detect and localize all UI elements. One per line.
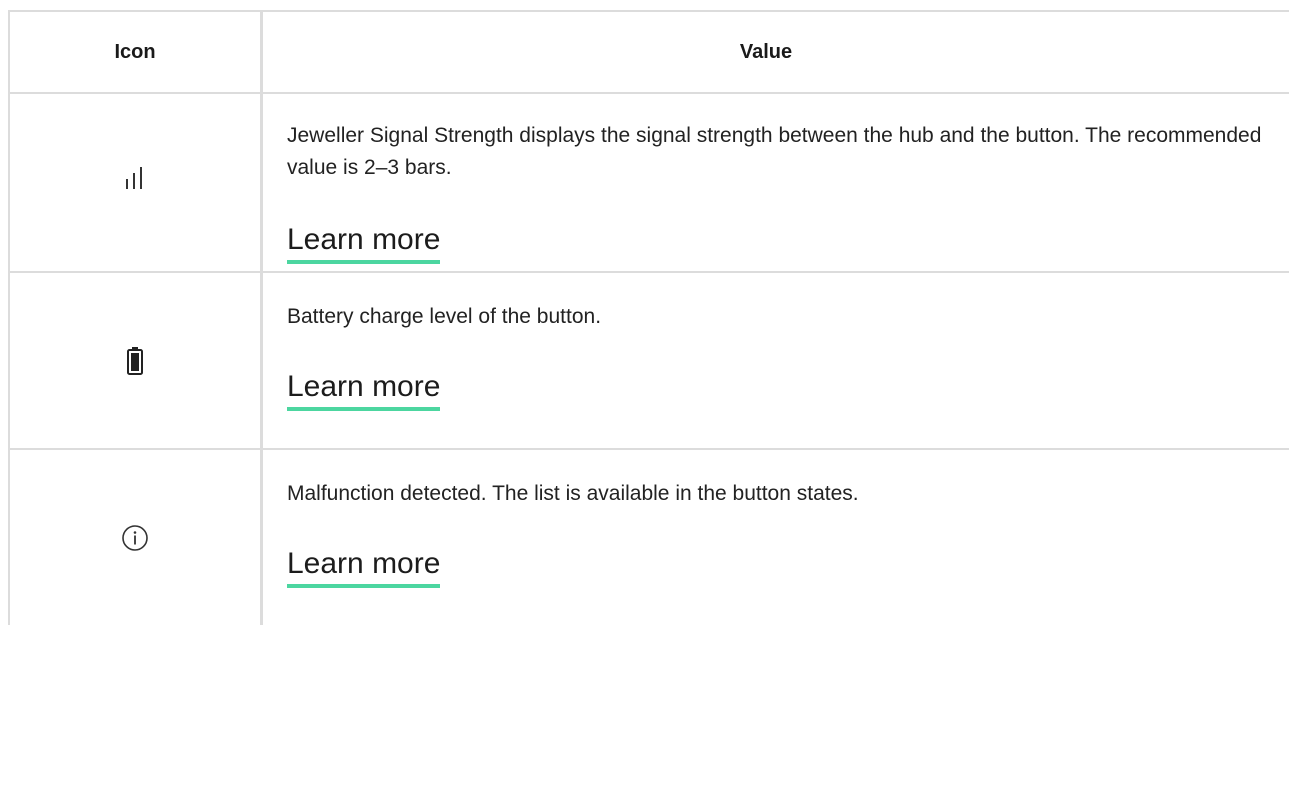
icon-cell — [8, 94, 263, 271]
icon-cell — [8, 273, 263, 448]
row-description: Jeweller Signal Strength displays the si… — [287, 124, 1262, 179]
learn-more-link[interactable]: Learn more — [287, 222, 441, 264]
table-row: Malfunction detected. The list is availa… — [8, 450, 1289, 625]
value-cell: Malfunction detected. The list is availa… — [263, 450, 1289, 625]
icon-cell — [8, 450, 263, 625]
value-cell: Battery charge level of the button. Lear… — [263, 273, 1289, 448]
table-header-row: Icon Value — [8, 12, 1289, 94]
table-row: Battery charge level of the button. Lear… — [8, 273, 1289, 450]
header-value-column: Value — [739, 40, 793, 63]
learn-more-link[interactable]: Learn more — [287, 369, 441, 411]
learn-more-link[interactable]: Learn more — [287, 546, 441, 588]
row-description: Malfunction detected. The list is availa… — [287, 482, 859, 505]
value-cell: Jeweller Signal Strength displays the si… — [263, 94, 1289, 271]
table-row: Jeweller Signal Strength displays the si… — [8, 94, 1289, 273]
device-icons-table: Icon Value Jeweller Signal Strength disp… — [8, 10, 1289, 625]
signal-strength-icon — [125, 165, 145, 191]
row-description: Battery charge level of the button. — [287, 305, 602, 328]
battery-icon — [126, 346, 144, 376]
info-icon — [121, 524, 149, 552]
header-icon-column: Icon — [8, 12, 263, 92]
